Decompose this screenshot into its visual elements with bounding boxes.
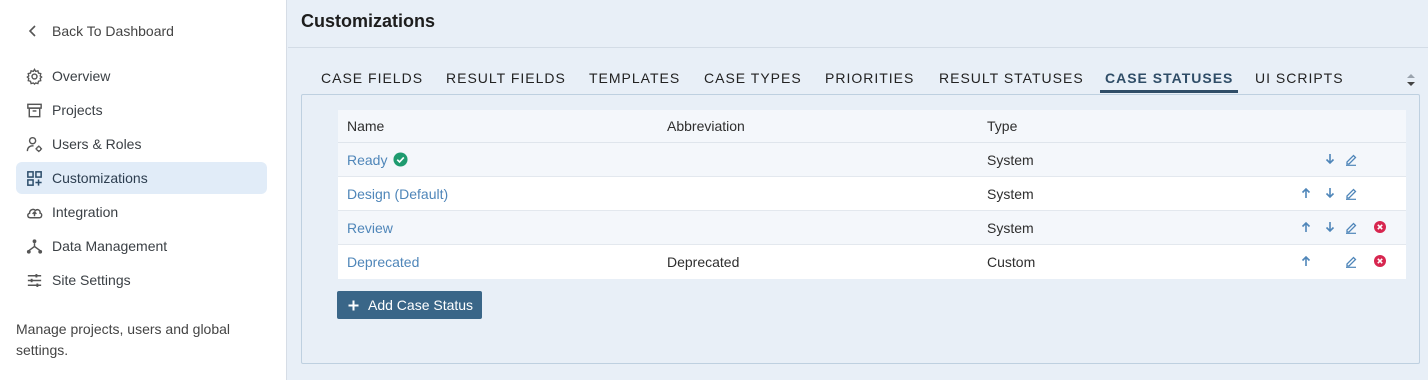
page-title: Customizations [301,11,436,31]
status-name-link[interactable]: Deprecated [347,254,419,270]
sidebar: Back To Dashboard Overview Projects User… [0,0,287,380]
arrow-up-icon[interactable] [1299,254,1313,268]
add-case-status-button[interactable]: Add Case Status [337,291,482,319]
status-type: System [987,151,1034,168]
archive-icon [25,101,44,120]
status-abbreviation: Deprecated [667,254,740,270]
status-name-link[interactable]: Review [347,220,393,236]
status-name-link[interactable]: Ready [347,152,387,168]
tab-result-fields[interactable]: RESULT FIELDS [446,64,566,93]
status-type: Custom [987,254,1036,270]
arrow-down-icon[interactable] [1323,152,1337,166]
sidebar-item-data-management[interactable]: Data Management [16,230,267,262]
edit-pencil-icon[interactable] [1344,254,1358,268]
tab-case-statuses[interactable]: CASE STATUSES [1100,64,1239,93]
tab-case-types[interactable]: CASE TYPES [704,64,802,93]
check-circle-icon [393,152,408,167]
sliders-icon [25,271,44,290]
status-type: System [987,185,1034,202]
sidebar-item-label: Customizations [52,170,148,186]
column-header-type: Type [987,118,1018,134]
cloud-upload-icon [25,203,44,222]
sidebar-item-label: Users & Roles [52,136,142,152]
column-header-abbreviation: Abbreviation [667,118,745,134]
hierarchy-icon [25,237,44,256]
column-header-name: Name [347,118,385,134]
back-label: Back To Dashboard [52,23,174,39]
tab-case-fields[interactable]: CASE FIELDS [321,64,423,93]
delete-icon[interactable] [1373,254,1387,268]
status-type: System [987,219,1034,236]
table-row: Design (Default) System [338,177,1406,211]
arrow-up-icon[interactable] [1299,220,1313,234]
sidebar-item-projects[interactable]: Projects [16,94,267,126]
arrow-down-icon[interactable] [1323,186,1337,200]
tab-priorities[interactable]: PRIORITIES [825,64,914,93]
arrow-down-icon[interactable] [1323,220,1337,234]
user-gear-icon [25,135,44,154]
delete-icon[interactable] [1373,220,1387,234]
tab-ui-scripts[interactable]: UI SCRIPTS [1255,64,1344,93]
sidebar-item-label: Site Settings [52,272,131,288]
tab-scroll-arrows-icon[interactable] [1405,70,1417,90]
sidebar-item-site-settings[interactable]: Site Settings [16,264,267,296]
gear-icon [25,67,44,86]
tab-result-statuses[interactable]: RESULT STATUSES [939,64,1084,93]
edit-pencil-icon[interactable] [1344,152,1358,166]
table-row: Review System [338,211,1406,245]
sidebar-item-users-roles[interactable]: Users & Roles [16,128,267,160]
sidebar-description: Manage projects, users and global settin… [16,321,231,358]
back-to-dashboard-link[interactable]: Back To Dashboard [26,23,174,39]
grid-plus-icon [25,169,44,188]
sidebar-item-label: Data Management [52,238,168,254]
sidebar-item-overview[interactable]: Overview [16,60,267,92]
sidebar-item-customizations[interactable]: Customizations [16,162,267,194]
sidebar-item-label: Overview [52,68,111,84]
table-header: Name Abbreviation Type [338,110,1406,143]
title-divider [288,47,1428,48]
edit-pencil-icon[interactable] [1344,186,1358,200]
chevron-left-icon [28,25,36,37]
sidebar-item-label: Projects [52,102,103,118]
status-name-link[interactable]: Design (Default) [347,186,448,202]
sidebar-item-integration[interactable]: Integration [16,196,267,228]
case-statuses-panel: Name Abbreviation Type Ready System Desi… [301,94,1420,364]
case-statuses-table: Name Abbreviation Type Ready System Desi… [338,110,1406,279]
sidebar-item-label: Integration [52,204,119,220]
add-case-status-label: Add Case Status [368,297,474,313]
tab-templates[interactable]: TEMPLATES [589,64,680,93]
edit-pencil-icon[interactable] [1344,220,1358,234]
plus-icon [348,300,359,310]
table-row: Ready System [338,143,1406,177]
arrow-up-icon[interactable] [1299,186,1313,200]
table-row: Deprecated Deprecated Custom [338,245,1406,279]
